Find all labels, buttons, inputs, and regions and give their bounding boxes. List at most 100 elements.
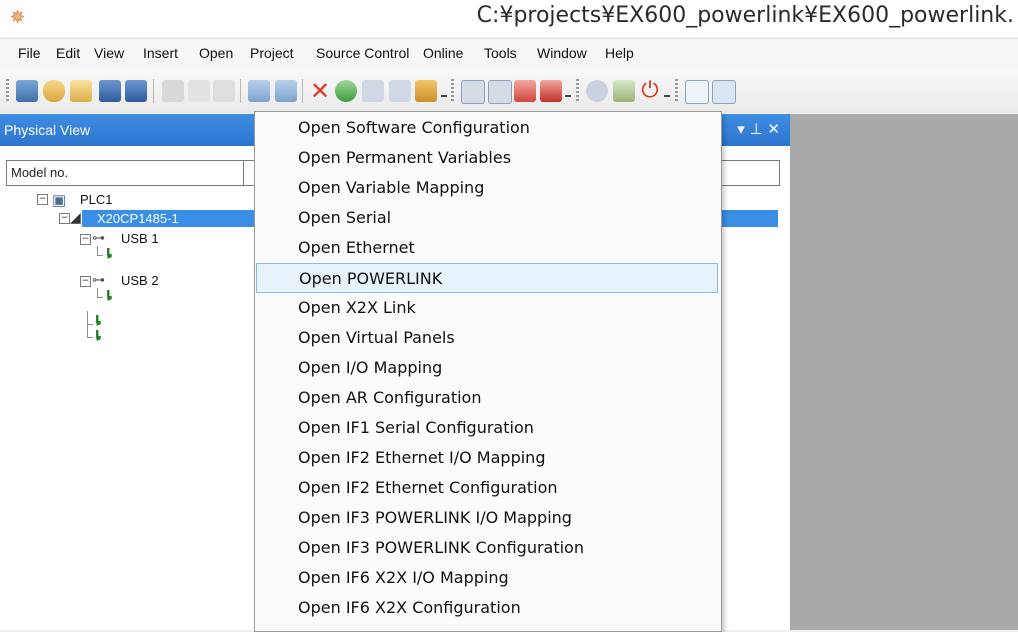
toolbar-overflow-icon[interactable] [565,95,571,103]
cut-icon[interactable] [162,80,184,102]
menu-item-label: Open Serial [298,208,392,227]
doc-b-icon[interactable] [389,80,411,102]
redo-icon[interactable] [275,80,297,102]
menu-insert[interactable]: Insert [143,45,178,61]
tree-line [97,288,98,297]
menu-item-open-if6-x2x-configuration[interactable]: Open IF6 X2X Configuration [256,593,718,623]
menu-item-label: Open Software Configuration [298,118,530,137]
menu-item-open-software-configuration[interactable]: Open Software Configuration [256,113,718,143]
cpu-icon: ◢ [70,209,81,225]
column-header-model-no[interactable]: Model no. [11,165,68,180]
toolbar-overflow-icon[interactable] [664,95,670,103]
tree-node-plc1[interactable]: PLC1 [80,192,113,207]
paste-icon[interactable] [213,80,235,102]
menu-item-label: Open I/O Mapping [298,358,443,377]
menu-open[interactable]: Open [199,45,233,61]
menu-item-open-x2x-link[interactable]: Open X2X Link [256,293,718,323]
menu-item-open-io-mapping[interactable]: Open I/O Mapping [256,353,718,383]
open-context-menu: Open Software Configuration Open Permane… [254,111,722,632]
toolbar-grip[interactable] [576,79,579,103]
menu-item-label: Open IF1 Serial Configuration [298,418,534,437]
delete-icon[interactable]: ✕ [309,79,331,103]
menu-item-label: Open IF3 POWERLINK I/O Mapping [298,508,572,527]
tree-line [97,297,103,298]
menu-source-control[interactable]: Source Control [316,45,409,61]
window-b-icon[interactable] [712,80,736,104]
toolbar-separator [153,79,154,103]
tree-node-usb1[interactable]: USB 1 [121,231,159,246]
rebuild-icon[interactable] [488,80,512,104]
menu-item-open-variable-mapping[interactable]: Open Variable Mapping [256,173,718,203]
panel-title: Physical View [4,122,91,138]
collapse-plc1-icon[interactable]: − [37,194,48,205]
menu-item-label: Open Permanent Variables [298,148,512,167]
tree-line [97,246,98,255]
menu-item-open-permanent-variables[interactable]: Open Permanent Variables [256,143,718,173]
copy-icon[interactable] [188,80,210,102]
plug-icon[interactable]: ȴ [95,314,101,329]
automation-studio-icon[interactable]: ✵ [10,9,28,27]
plug-icon[interactable]: ȴ [106,289,112,304]
menu-item-label: Open IF3 POWERLINK Configuration [298,538,584,557]
collapse-usb2-icon[interactable]: − [80,276,91,287]
toolbar: ✕ ⏻ [0,69,1018,113]
menu-item-label: Open IF6 X2X Configuration [298,598,521,617]
collapse-usb1-icon[interactable]: − [80,234,91,245]
menu-item-open-if2-ethernet-io-mapping[interactable]: Open IF2 Ethernet I/O Mapping [256,443,718,473]
save-all-icon[interactable] [125,80,147,102]
build-icon[interactable] [461,80,485,104]
tree-node-usb2[interactable]: USB 2 [121,273,159,288]
undo-icon[interactable] [248,80,270,102]
open-project-icon[interactable] [43,80,65,102]
menu-item-open-if3-powerlink-configuration[interactable]: Open IF3 POWERLINK Configuration [256,533,718,563]
menu-tools[interactable]: Tools [484,45,517,61]
window-title: C:¥projects¥EX600_powerlink¥EX600_powerl… [476,3,1014,28]
toolbar-overflow-icon[interactable] [441,95,447,103]
usb-icon: ⊶ [92,230,105,245]
toolbar-grip[interactable] [6,79,9,103]
save-icon[interactable] [99,80,121,102]
menu-item-open-virtual-panels[interactable]: Open Virtual Panels [256,323,718,353]
menu-view[interactable]: View [94,45,124,61]
menu-project[interactable]: Project [250,45,294,61]
collapse-cpu-icon[interactable]: − [59,213,70,224]
menu-help[interactable]: Help [605,45,634,61]
panel-controls[interactable]: ▾ ⊥ ✕ [737,120,780,138]
plug-icon[interactable]: ȴ [106,247,112,262]
transfer-icon[interactable] [514,80,536,102]
menu-item-label: Open AR Configuration [298,388,482,407]
menu-online[interactable]: Online [423,45,463,61]
menu-item-open-if2-ethernet-configuration[interactable]: Open IF2 Ethernet Configuration [256,473,718,503]
menu-edit[interactable]: Edit [56,45,80,61]
properties-icon[interactable] [415,80,437,102]
power-icon[interactable]: ⏻ [639,80,661,102]
window-icon[interactable] [685,80,709,104]
menu-item-open-if6-x2x-io-mapping[interactable]: Open IF6 X2X I/O Mapping [256,563,718,593]
toolbar-separator [302,79,303,103]
column-divider[interactable] [243,161,244,185]
menu-window[interactable]: Window [537,45,587,61]
menu-item-open-ethernet[interactable]: Open Ethernet [256,233,718,263]
refresh-icon[interactable] [335,80,357,102]
new-project-icon[interactable] [16,80,38,102]
diagnostic-icon[interactable] [613,80,635,102]
toolbar-grip[interactable] [451,79,454,103]
menu-item-open-if3-powerlink-io-mapping[interactable]: Open IF3 POWERLINK I/O Mapping [256,503,718,533]
monitor-icon[interactable] [586,80,608,102]
title-bar: ✵ C:¥projects¥EX600_powerlink¥EX600_powe… [0,0,1018,37]
menu-file[interactable]: File [18,45,41,61]
menu-item-open-powerlink[interactable]: Open POWERLINK [256,263,718,293]
tree-node-cpu[interactable]: X20CP1485-1 [97,211,179,226]
menu-item-open-serial[interactable]: Open Serial [256,203,718,233]
stop-icon[interactable] [540,80,562,102]
toolbar-grip[interactable] [675,79,678,103]
menu-item-label: Open IF2 Ethernet Configuration [298,478,558,497]
tree-line [87,337,93,338]
menu-item-open-if1-serial-configuration[interactable]: Open IF1 Serial Configuration [256,413,718,443]
menu-bar: File Edit View Insert Open Project Sourc… [0,38,1018,69]
toolbar-separator [240,79,241,103]
open-folder-icon[interactable] [70,80,92,102]
doc-a-icon[interactable] [362,80,384,102]
plug-icon[interactable]: ȴ [95,329,101,344]
menu-item-open-ar-configuration[interactable]: Open AR Configuration [256,383,718,413]
